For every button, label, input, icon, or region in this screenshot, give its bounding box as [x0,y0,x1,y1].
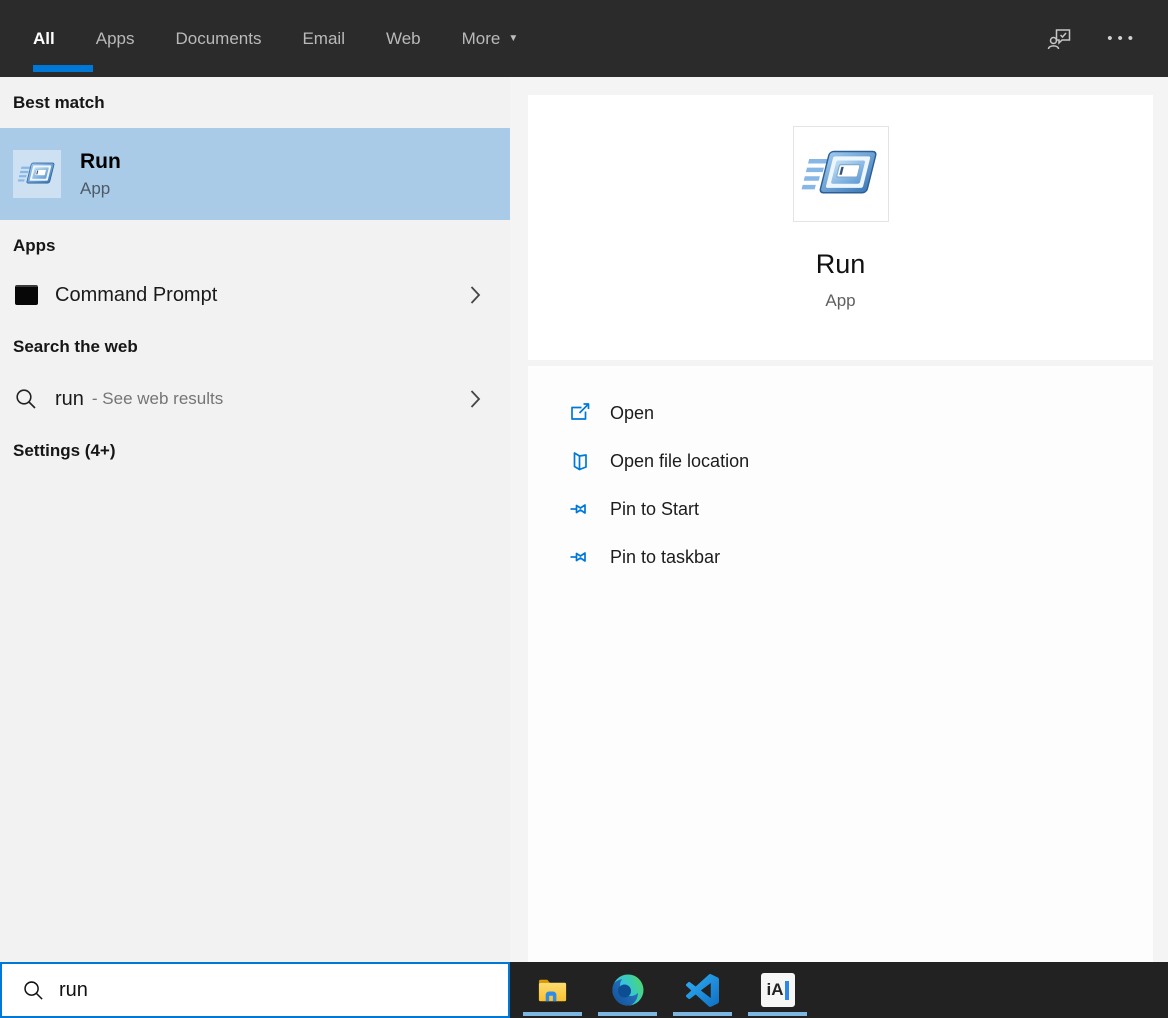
taskbar-search-box[interactable] [0,962,510,1018]
running-app-indicator [673,1012,732,1016]
tab-documents-label: Documents [175,28,262,48]
result-web-search[interactable]: run - See web results [0,376,510,422]
result-label: Command Prompt [55,283,218,306]
section-settings: Settings (4+) [13,441,116,460]
windows-search-panel: All Apps Documents Email Web More ▼ ••• … [0,0,1168,1018]
run-app-icon-large [792,126,889,222]
command-prompt-icon [14,285,38,305]
edge-icon [610,972,646,1008]
tab-web[interactable]: Web [386,0,421,77]
search-icon [22,979,45,1002]
chevron-right-icon[interactable] [470,286,481,305]
open-external-icon [568,402,591,424]
section-best-match: Best match [13,93,105,112]
tab-all-label: All [33,28,55,48]
preview-actions: Open Open file location Pin to Start Pin… [528,366,1153,962]
search-icon [14,387,38,411]
file-location-icon [568,450,591,472]
taskbar-vscode[interactable] [665,962,740,1018]
file-explorer-icon [535,973,570,1008]
search-input[interactable] [59,978,459,1002]
feedback-icon[interactable] [1047,26,1073,52]
best-match-result-run[interactable]: Run App [0,128,510,220]
tab-apps[interactable]: Apps [96,0,135,77]
topbar-actions: ••• [1047,26,1168,52]
preview-app-type: App [825,291,856,310]
action-open-file-location[interactable]: Open file location [528,437,1153,485]
result-type: App [80,178,111,198]
more-options-icon[interactable]: ••• [1107,30,1138,47]
tab-more[interactable]: More ▼ [462,0,519,77]
tab-more-label: More [461,28,501,48]
running-app-indicator [523,1012,582,1016]
preview-card: Run App [528,95,1153,360]
action-label: Open file location [610,450,750,471]
running-app-indicator [748,1012,807,1016]
web-query: run [55,387,84,410]
ia-writer-icon: iA [760,973,795,1007]
action-open[interactable]: Open [528,389,1153,437]
results-panel: Best match Run App Apps Command Prompt S… [0,77,510,962]
chevron-right-icon[interactable] [470,390,481,409]
active-tab-underline [33,65,93,72]
tab-all[interactable]: All [33,0,93,77]
web-query-suffix: - See web results [91,389,224,408]
text-cursor [784,980,789,1000]
tab-email[interactable]: Email [302,0,345,77]
tab-documents[interactable]: Documents [175,0,261,77]
running-app-indicator [598,1012,657,1016]
action-pin-to-taskbar[interactable]: Pin to taskbar [528,533,1153,581]
vscode-icon [686,973,719,1007]
action-pin-to-start[interactable]: Pin to Start [528,485,1153,533]
filter-tabs: All Apps Documents Email Web More ▼ [0,0,518,77]
taskbar-edge[interactable] [590,962,665,1018]
action-label: Open [610,402,655,423]
tab-web-label: Web [385,28,421,48]
taskbar-file-explorer[interactable] [515,962,590,1018]
pin-icon [568,498,591,520]
run-app-icon [13,150,61,198]
pin-icon [568,546,591,568]
taskbar-ia-writer[interactable]: iA [740,962,815,1018]
preview-panel: Run App Open Open file location Pin to S… [510,77,1168,962]
taskbar: iA [510,962,1168,1018]
section-search-the-web: Search the web [13,337,138,356]
preview-app-name: Run [815,249,866,279]
tab-email-label: Email [302,28,345,48]
chevron-down-icon: ▼ [508,33,519,44]
search-filter-bar: All Apps Documents Email Web More ▼ ••• [0,0,1168,77]
action-label: Pin to Start [610,498,700,519]
ia-writer-label: iA [766,980,784,999]
result-name: Run [80,149,121,173]
section-apps: Apps [13,236,56,255]
action-label: Pin to taskbar [610,546,721,567]
tab-apps-label: Apps [95,28,135,48]
result-command-prompt[interactable]: Command Prompt [0,272,510,318]
